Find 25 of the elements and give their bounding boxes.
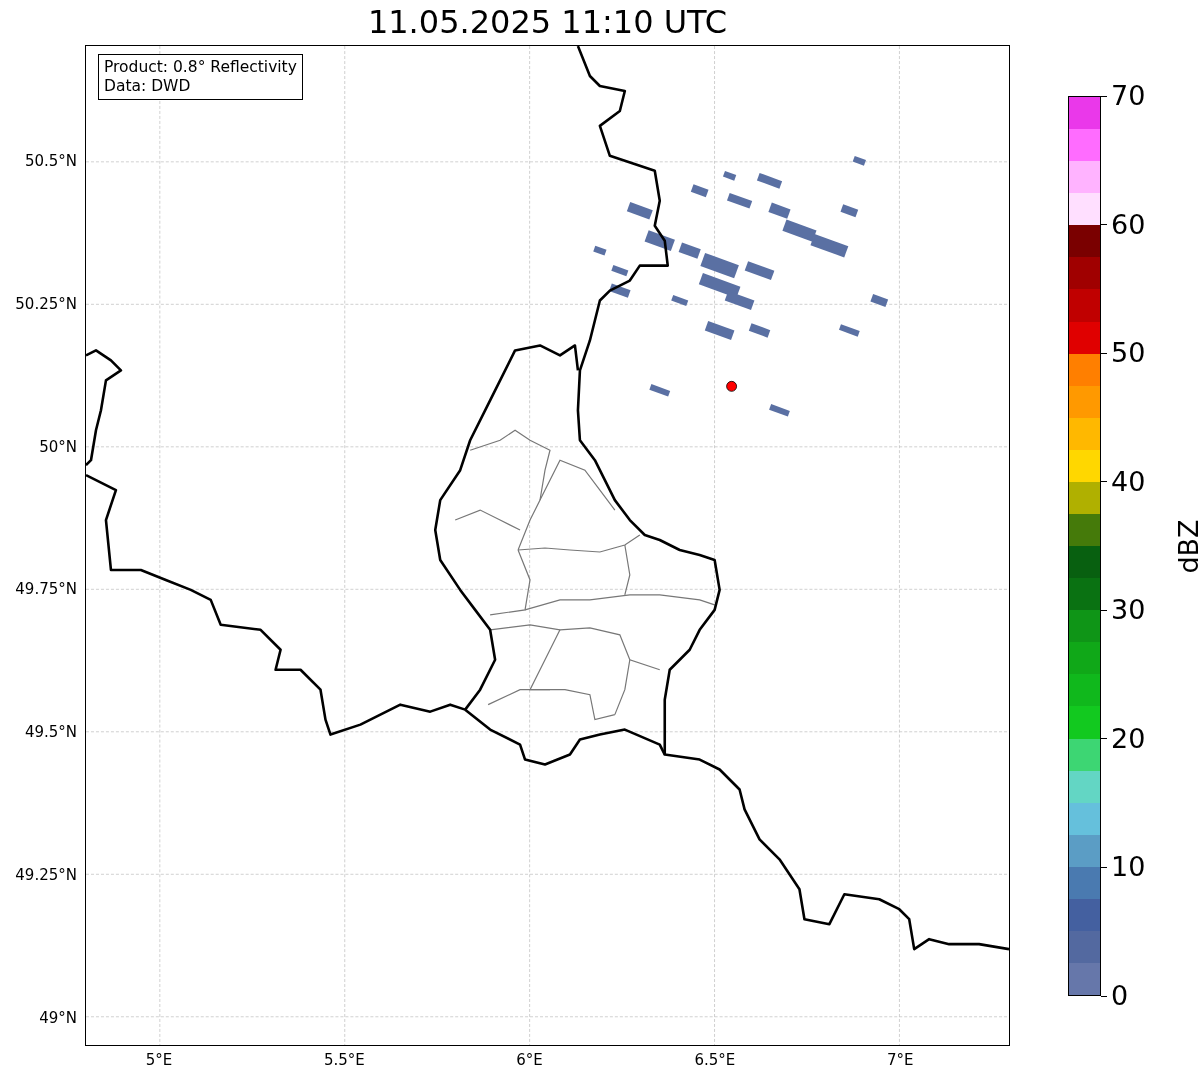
colorbar-label: dBZ [1172, 518, 1202, 574]
axis-tick-label: 5°E [145, 1051, 173, 1069]
scale-tick-label: 70 [1101, 80, 1146, 112]
axis-tick-label: 5.5°E [323, 1051, 365, 1069]
scale-tick-label: 10 [1101, 851, 1146, 884]
axis-tick-label: 49.5°N [24, 723, 77, 742]
scale-tick-label: 40 [1101, 465, 1146, 498]
chart-title: 11.05.2025 11:10 UTC [367, 2, 728, 42]
axis-tick-label: 50°N [39, 437, 77, 456]
axis-tick-label: 49.25°N [15, 866, 77, 884]
axis-tick-label: 49°N [39, 1008, 77, 1027]
info-text: Product: 0.8° Reflectivity [104, 58, 297, 77]
scale-tick-label: 50 [1101, 337, 1146, 370]
scale-tick-label: 30 [1101, 594, 1146, 627]
info-text: Data: DWD [104, 77, 192, 96]
scale-tick-label: 20 [1101, 722, 1146, 755]
axis-tick-label: 6°E [516, 1051, 543, 1069]
axis-tick-label: 50.25°N [15, 294, 77, 313]
axis-tick-label: 49.75°N [15, 580, 77, 599]
axis-tick-label: 6.5°E [694, 1051, 736, 1069]
scale-tick-label: 0 [1101, 980, 1129, 1012]
axis-tick-label: 50.5°N [24, 152, 77, 170]
axis-tick-label: 7°E [886, 1051, 914, 1069]
scale-tick-label: 60 [1101, 208, 1146, 241]
radar-site-marker [726, 380, 737, 392]
